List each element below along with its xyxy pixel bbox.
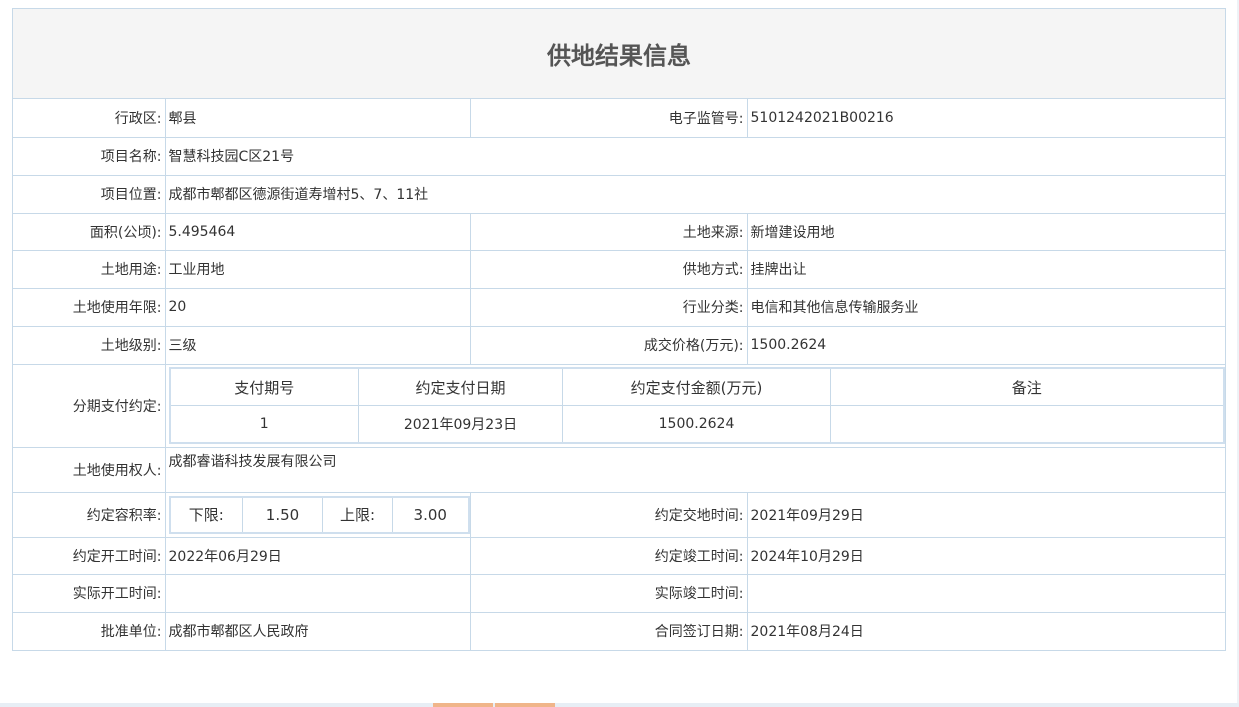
title-bar: 供地结果信息 <box>13 9 1225 99</box>
row-actual: 实际开工时间: 实际竣工时间: <box>13 573 1225 613</box>
actual-finish-label: 实际竣工时间: <box>469 573 748 613</box>
page-title: 供地结果信息 <box>547 42 691 70</box>
row-term: 土地使用年限: 20 行业分类: 电信和其他信息传输服务业 <box>13 287 1225 327</box>
far-label: 约定容积率: <box>13 491 166 538</box>
taskbar-tab-highlight[interactable] <box>495 703 555 707</box>
actual-finish-value <box>746 573 1225 613</box>
info-table: 行政区: 郫县 电子监管号: 5101242021B00216 项目名称: 智慧… <box>13 99 1225 651</box>
area-value: 5.495464 <box>164 212 471 251</box>
price-value: 1500.2624 <box>746 325 1225 365</box>
far-upper-value: 3.00 <box>392 496 469 533</box>
area-label: 面积(公顷): <box>13 212 166 251</box>
start-label: 约定开工时间: <box>13 536 166 575</box>
row-owner: 土地使用权人: 成都睿谐科技发展有限公司 <box>13 446 1225 493</box>
project-name-label: 项目名称: <box>13 136 166 176</box>
industry-label: 行业分类: <box>469 287 748 327</box>
handover-label: 约定交地时间: <box>469 491 748 538</box>
row-far: 约定容积率: 下限: 1.50 上限: 3.00 约定交地时间: 2021年09… <box>13 491 1225 538</box>
far-table: 下限: 1.50 上限: 3.00 <box>168 495 469 534</box>
row-area: 面积(公顷): 5.495464 土地来源: 新增建设用地 <box>13 212 1225 251</box>
row-project-name: 项目名称: 智慧科技园C区21号 <box>13 136 1225 176</box>
contract-label: 合同签订日期: <box>469 611 748 651</box>
far-lower-value: 1.50 <box>242 496 323 533</box>
installment-header-date: 约定支付日期 <box>358 367 563 406</box>
supervision-label: 电子监管号: <box>469 99 748 138</box>
finish-value: 2024年10月29日 <box>746 536 1225 575</box>
location-label: 项目位置: <box>13 174 166 214</box>
supply-value: 挂牌出让 <box>746 249 1225 289</box>
installment-header-period: 支付期号 <box>169 367 359 406</box>
row-installments: 分期支付约定: 支付期号 约定支付日期 约定支付金额(万元) 备注 1 2021… <box>13 363 1225 448</box>
supply-label: 供地方式: <box>469 249 748 289</box>
district-label: 行政区: <box>13 99 166 138</box>
installment-amount: 1500.2624 <box>562 405 831 444</box>
location-value: 成都市郫都区德源街道寿增村5、7、11社 <box>164 174 1225 214</box>
row-approver: 批准单位: 成都市郫都区人民政府 合同签订日期: 2021年08月24日 <box>13 611 1225 651</box>
source-label: 土地来源: <box>469 212 748 251</box>
installment-note <box>830 405 1224 444</box>
supervision-value: 5101242021B00216 <box>746 99 1225 138</box>
start-value: 2022年06月29日 <box>164 536 471 575</box>
term-label: 土地使用年限: <box>13 287 166 327</box>
result-panel: 供地结果信息 行政区: 郫县 电子监管号: 5101242021B00216 项… <box>12 8 1226 651</box>
bottom-taskbar-strip <box>0 703 1239 707</box>
row-grade: 土地级别: 三级 成交价格(万元): 1500.2624 <box>13 325 1225 365</box>
actual-start-value <box>164 573 471 613</box>
installment-header-note: 备注 <box>830 367 1224 406</box>
row-location: 项目位置: 成都市郫都区德源街道寿增村5、7、11社 <box>13 174 1225 214</box>
term-value: 20 <box>164 287 471 327</box>
approver-label: 批准单位: <box>13 611 166 651</box>
row-start: 约定开工时间: 2022年06月29日 约定竣工时间: 2024年10月29日 <box>13 536 1225 575</box>
contract-value: 2021年08月24日 <box>746 611 1225 651</box>
installment-label: 分期支付约定: <box>13 363 166 448</box>
handover-value: 2021年09月29日 <box>746 491 1225 538</box>
actual-start-label: 实际开工时间: <box>13 573 166 613</box>
use-label: 土地用途: <box>13 249 166 289</box>
source-value: 新增建设用地 <box>746 212 1225 251</box>
far-row: 下限: 1.50 上限: 3.00 <box>169 496 469 533</box>
row-district: 行政区: 郫县 电子监管号: 5101242021B00216 <box>13 99 1225 138</box>
owner-value: 成都睿谐科技发展有限公司 <box>164 446 1225 493</box>
far-cell: 下限: 1.50 上限: 3.00 <box>164 491 471 538</box>
installment-header-amount: 约定支付金额(万元) <box>562 367 831 406</box>
far-upper-label: 上限: <box>322 496 393 533</box>
approver-value: 成都市郫都区人民政府 <box>164 611 471 651</box>
installment-period: 1 <box>169 405 359 444</box>
far-lower-label: 下限: <box>169 496 243 533</box>
installment-table: 支付期号 约定支付日期 约定支付金额(万元) 备注 1 2021年09月23日 … <box>168 367 1225 444</box>
grade-value: 三级 <box>164 325 471 365</box>
owner-label: 土地使用权人: <box>13 446 166 493</box>
installment-header-row: 支付期号 约定支付日期 约定支付金额(万元) 备注 <box>169 367 1224 406</box>
row-use: 土地用途: 工业用地 供地方式: 挂牌出让 <box>13 249 1225 289</box>
installment-row: 1 2021年09月23日 1500.2624 <box>169 405 1224 444</box>
project-name-value: 智慧科技园C区21号 <box>164 136 1225 176</box>
price-label: 成交价格(万元): <box>469 325 748 365</box>
finish-label: 约定竣工时间: <box>469 536 748 575</box>
taskbar-tab-highlight[interactable] <box>433 703 493 707</box>
district-value: 郫县 <box>164 99 471 138</box>
installment-cell: 支付期号 约定支付日期 约定支付金额(万元) 备注 1 2021年09月23日 … <box>164 363 1225 448</box>
use-value: 工业用地 <box>164 249 471 289</box>
grade-label: 土地级别: <box>13 325 166 365</box>
industry-value: 电信和其他信息传输服务业 <box>746 287 1225 327</box>
installment-date: 2021年09月23日 <box>358 405 563 444</box>
